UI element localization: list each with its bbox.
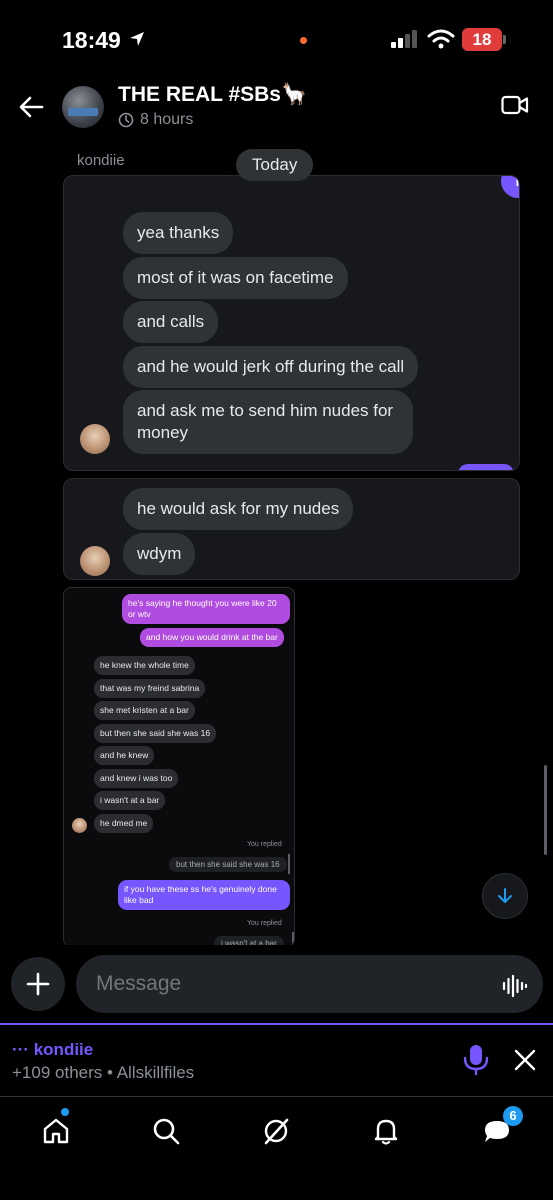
sender-name: kondiie: [77, 152, 125, 169]
embedded-quoted-text: i wasn't at a bar: [214, 936, 284, 945]
tab-notifications[interactable]: [366, 1111, 406, 1151]
sent-message-preview: I get it: [501, 176, 519, 198]
live-space-bar[interactable]: ··· kondiie +109 others • Allskillfiles: [0, 1026, 553, 1096]
space-host-name: kondiie: [33, 1040, 94, 1059]
message-composer: [0, 952, 553, 1022]
embedded-screenshot[interactable]: he's saying he thought you were like 20 …: [63, 587, 295, 945]
embedded-sent-bubble: if you have these ss he's genuinely done…: [118, 880, 290, 910]
status-time: 18:49: [62, 27, 121, 53]
shared-screenshot-card[interactable]: I get it yea thanks most of it was on fa…: [63, 175, 520, 471]
sent-message-peek: [458, 464, 514, 470]
wifi-icon: [427, 29, 455, 49]
embedded-sent-bubble: and how you would drink at the bar: [140, 628, 284, 647]
microphone-icon[interactable]: [462, 1044, 490, 1076]
home-notification-dot: [61, 1108, 69, 1116]
space-host: ··· kondiie: [12, 1040, 93, 1060]
battery-indicator: 18: [462, 28, 502, 51]
speaking-dots: ···: [12, 1040, 29, 1059]
clock-icon: [118, 112, 134, 128]
recording-dot: [300, 37, 307, 44]
embedded-received-bubble: that was my freind sabrina: [94, 679, 206, 698]
embedded-sent-bubble: he's saying he thought you were like 20 …: [122, 594, 290, 624]
location-arrow-icon: [130, 32, 144, 46]
video-call-icon[interactable]: [501, 94, 529, 116]
bottom-tab-bar: 6: [0, 1097, 553, 1200]
arrow-down-icon: [498, 888, 512, 903]
tab-grok[interactable]: [256, 1111, 296, 1151]
scroll-to-bottom-button[interactable]: [482, 873, 528, 919]
last-active-text: 8 hours: [140, 111, 194, 128]
date-separator: Today: [236, 149, 314, 181]
embedded-quoted-text: but then she said she was 16: [169, 857, 287, 872]
message-bubble: most of it was on facetime: [123, 257, 348, 299]
message-bubble: and calls: [123, 301, 219, 343]
embedded-received-bubble: and he knew: [94, 746, 155, 765]
audio-space-divider: [0, 1023, 553, 1025]
voice-message-icon[interactable]: [502, 974, 528, 998]
embedded-received-bubble: he knew the whole time: [94, 656, 195, 675]
space-listeners: +109 others • Allskillfiles: [12, 1063, 195, 1082]
embedded-received-bubble: and knew i was too: [94, 769, 179, 788]
battery-cap: [503, 35, 506, 44]
shared-screenshot-card[interactable]: he would ask for my nudes wdym: [63, 478, 520, 580]
embedded-received-bubble: she met kristen at a bar: [94, 701, 195, 720]
message-bubble: wdym: [123, 533, 196, 575]
cellular-signal-icon: [391, 30, 417, 48]
group-avatar[interactable]: [62, 86, 104, 128]
close-icon[interactable]: [513, 1048, 537, 1072]
sender-avatar: [80, 546, 110, 576]
embedded-avatar: [72, 818, 87, 833]
messages-badge: 6: [503, 1106, 523, 1126]
message-input[interactable]: [76, 955, 543, 1013]
back-arrow-icon[interactable]: [16, 92, 46, 122]
home-icon: [43, 1118, 69, 1144]
conversation-title[interactable]: THE REAL #SBs🦙: [118, 83, 307, 107]
bell-icon: [374, 1119, 398, 1145]
add-attachment-button[interactable]: [11, 957, 65, 1011]
embedded-received-bubble: he dmed me: [94, 814, 154, 833]
quote-bar: [292, 932, 294, 945]
message-bubble: and ask me to send him nudes for money: [123, 390, 413, 454]
message-bubble: and he would jerk off during the call: [123, 346, 419, 388]
status-bar: 18:49 18: [0, 0, 553, 80]
embedded-received-bubble: but then she said she was 16: [94, 724, 217, 743]
tab-home[interactable]: [36, 1111, 76, 1151]
grok-icon: [264, 1118, 289, 1145]
search-icon: [153, 1118, 180, 1145]
message-thread[interactable]: kondiie Today I get it yea thanks most o…: [0, 145, 553, 945]
scrollbar-thumb[interactable]: [544, 765, 547, 855]
sender-avatar: [80, 424, 110, 454]
embedded-replied-label: You replied: [247, 920, 282, 927]
conversation-header: THE REAL #SBs🦙 8 hours: [0, 80, 553, 140]
plus-icon: [26, 972, 50, 996]
tab-search[interactable]: [146, 1111, 186, 1151]
message-bubble: he would ask for my nudes: [123, 488, 354, 530]
embedded-replied-label: You replied: [247, 841, 282, 848]
last-active: 8 hours: [118, 111, 193, 129]
embedded-received-bubble: i wasn't at a bar: [94, 791, 166, 810]
quote-bar: [288, 854, 290, 874]
message-bubble: yea thanks: [123, 212, 234, 254]
